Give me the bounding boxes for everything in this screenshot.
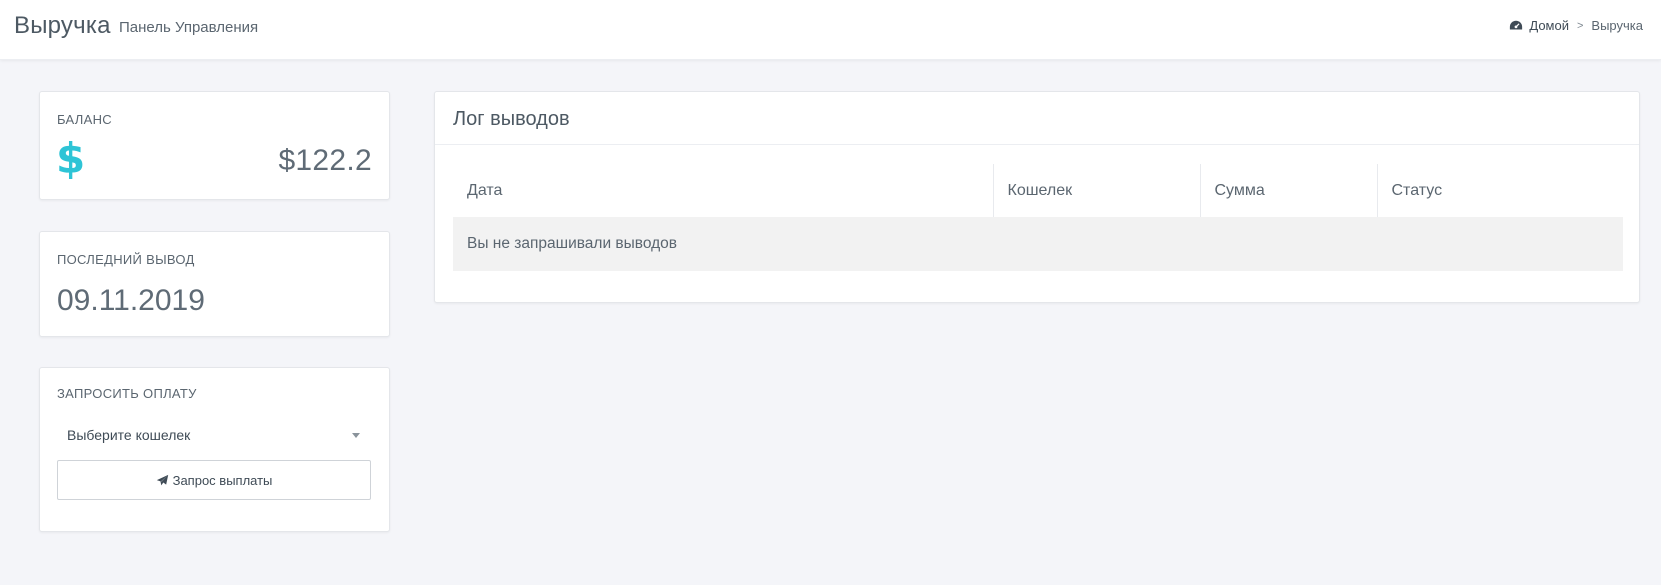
request-payment-label: ЗАПРОСИТЬ ОПЛАТУ	[57, 386, 197, 401]
divider	[435, 144, 1639, 145]
column-header-wallet: Кошелек	[993, 164, 1201, 217]
balance-value: $122.2	[278, 144, 372, 177]
breadcrumb: Домой > Выручка	[1509, 18, 1643, 33]
table-header-row: Дата Кошелек Сумма Статус	[453, 164, 1623, 217]
breadcrumb-separator: >	[1576, 19, 1584, 32]
wallet-select[interactable]: Выберите кошелек	[57, 420, 372, 450]
request-payout-button[interactable]: Запрос выплаты	[57, 460, 371, 500]
chevron-down-icon	[352, 433, 360, 438]
withdrawal-log-table: Дата Кошелек Сумма Статус Вы не запрашив…	[453, 164, 1623, 271]
paper-plane-icon	[156, 474, 168, 485]
balance-label: БАЛАНС	[57, 112, 112, 127]
balance-card: БАЛАНС $ $122.2	[39, 91, 390, 200]
dashboard-icon	[1510, 20, 1523, 29]
wallet-select-value: Выберите кошелек	[67, 427, 191, 443]
last-withdrawal-date: 09.11.2019	[57, 284, 205, 317]
page-title: Выручка	[14, 12, 111, 39]
column-header-amount: Сумма	[1200, 164, 1378, 217]
last-withdrawal-label: ПОСЛЕДНИЙ ВЫВОД	[57, 252, 195, 267]
dollar-icon: $	[56, 134, 86, 183]
request-payout-label: Запрос выплаты	[172, 472, 273, 488]
column-header-status: Статус	[1391, 181, 1443, 199]
breadcrumb-home-link[interactable]: Домой	[1529, 18, 1569, 33]
table-row: Вы не запрашивали выводов	[453, 217, 1623, 271]
page-subtitle: Панель Управления	[119, 19, 259, 36]
column-header-date: Дата	[453, 164, 994, 217]
request-payment-card: ЗАПРОСИТЬ ОПЛАТУ Выберите кошелек Запрос…	[39, 367, 390, 532]
last-withdrawal-card: ПОСЛЕДНИЙ ВЫВОД 09.11.2019	[39, 231, 390, 337]
page-header: Выручка Панель Управления Домой > Выручк…	[0, 0, 1661, 60]
withdrawal-log-title: Лог выводов	[453, 108, 570, 130]
breadcrumb-current: Выручка	[1591, 18, 1643, 33]
empty-message: Вы не запрашивали выводов	[453, 217, 1623, 271]
withdrawal-log-card: Лог выводов Дата Кошелек Сумма Статус Вы…	[434, 91, 1640, 303]
